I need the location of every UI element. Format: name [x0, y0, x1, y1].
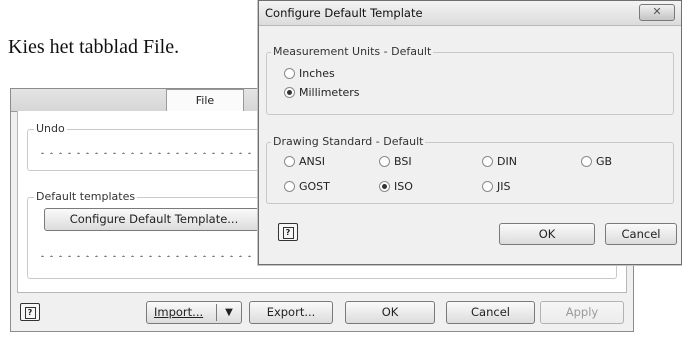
- radio-button-icon: [581, 156, 592, 167]
- radio-button-icon: [379, 156, 390, 167]
- radio-din[interactable]: DIN: [482, 155, 517, 169]
- dialog-title: Configure Default Template: [265, 6, 423, 20]
- undo-group-label: Undo: [34, 122, 67, 136]
- drawing-standard-group: Drawing Standard - Default ANSI BSI DIN …: [266, 135, 674, 204]
- help-icon: ?: [282, 227, 294, 239]
- dialog-title-bar[interactable]: Configure Default Template ✕: [259, 1, 681, 26]
- radio-inches[interactable]: Inches: [284, 67, 335, 81]
- instruction-caption: Kies het tabblad File.: [8, 36, 180, 58]
- radio-button-selected-icon: [284, 87, 295, 98]
- configure-default-template-dialog: Configure Default Template ✕ Measurement…: [258, 0, 682, 265]
- help-icon: ?: [24, 307, 36, 319]
- dialog-help-button[interactable]: ?: [278, 223, 298, 241]
- dialog-ok-button[interactable]: OK: [499, 223, 595, 245]
- close-icon[interactable]: ✕: [639, 4, 675, 21]
- default-templates-group-label: Default templates: [34, 190, 138, 204]
- chevron-down-icon[interactable]: ▼: [216, 304, 241, 321]
- configure-default-template-button[interactable]: Configure Default Template...: [44, 208, 264, 231]
- help-button[interactable]: ?: [20, 303, 40, 321]
- radio-button-icon: [482, 156, 493, 167]
- drawing-standard-group-label: Drawing Standard - Default: [271, 135, 426, 149]
- export-button[interactable]: Export...: [249, 301, 333, 324]
- radio-button-icon: [482, 181, 493, 192]
- ok-button[interactable]: OK: [345, 301, 435, 324]
- import-button[interactable]: Import... ▼: [146, 301, 242, 324]
- dialog-cancel-button[interactable]: Cancel: [605, 223, 677, 245]
- import-button-label: Import...: [154, 305, 204, 319]
- cancel-button[interactable]: Cancel: [446, 301, 535, 324]
- radio-jis[interactable]: JIS: [482, 180, 510, 194]
- measurement-units-group: Measurement Units - Default Inches Milli…: [266, 45, 674, 115]
- radio-button-icon: [284, 156, 295, 167]
- radio-button-selected-icon: [379, 181, 390, 192]
- radio-ansi[interactable]: ANSI: [284, 155, 325, 169]
- tab-file[interactable]: File: [166, 89, 244, 112]
- radio-iso[interactable]: ISO: [379, 180, 413, 194]
- radio-bsi[interactable]: BSI: [379, 155, 412, 169]
- measurement-units-group-label: Measurement Units - Default: [271, 45, 434, 59]
- radio-gost[interactable]: GOST: [284, 180, 330, 194]
- apply-button[interactable]: Apply: [540, 301, 624, 324]
- radio-button-icon: [284, 68, 295, 79]
- radio-button-icon: [284, 181, 295, 192]
- radio-gb[interactable]: GB: [581, 155, 612, 169]
- radio-millimeters[interactable]: Millimeters: [284, 86, 360, 100]
